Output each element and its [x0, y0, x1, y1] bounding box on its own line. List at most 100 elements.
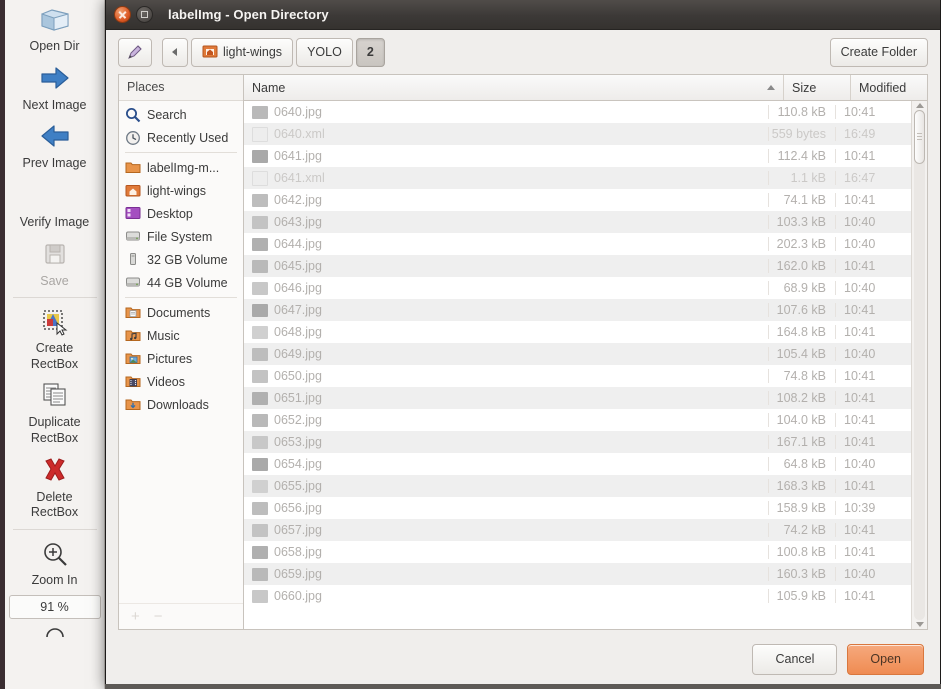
breadcrumb: light-wings YOLO 2 [162, 37, 385, 67]
cancel-label: Cancel [775, 652, 815, 666]
file-name-cell: 0647.jpg [244, 303, 768, 317]
place-item-pictures[interactable]: Pictures [119, 347, 243, 370]
place-item-32gb-volume[interactable]: 32 GB Volume [119, 248, 243, 271]
file-list-scrollbar[interactable] [911, 101, 927, 629]
image-thumbnail-icon [252, 149, 268, 163]
table-row[interactable]: 0647.jpg 107.6 kB 10:41 [244, 299, 911, 321]
file-size-cell: 107.6 kB [768, 303, 835, 317]
file-list-pane: Name Size Modified 0640.jpg 110.8 kB 10:41… [243, 74, 928, 630]
folder-icon [125, 160, 141, 176]
pencil-icon[interactable] [118, 37, 152, 67]
table-row[interactable]: 0640.jpg 110.8 kB 10:41 [244, 101, 911, 123]
toolbar-item-next-image[interactable]: Next Image [5, 59, 104, 118]
breadcrumb-item-2[interactable]: 2 [355, 37, 385, 67]
file-size-cell: 164.8 kB [768, 325, 835, 339]
create-folder-button[interactable]: Create Folder [829, 37, 928, 67]
image-thumbnail-icon [252, 413, 268, 427]
place-item-music[interactable]: Music [119, 324, 243, 347]
image-thumbnail-icon [252, 193, 268, 207]
scrollbar-thumb[interactable] [914, 110, 925, 164]
column-header-size[interactable]: Size [784, 75, 851, 100]
table-row[interactable]: 0659.jpg 160.3 kB 10:40 [244, 563, 911, 585]
table-row[interactable]: 0641.xml 1.1 kB 16:47 [244, 167, 911, 189]
file-name-cell: 0648.jpg [244, 325, 768, 339]
table-row[interactable]: 0641.jpg 112.4 kB 10:41 [244, 145, 911, 167]
place-item-downloads[interactable]: Downloads [119, 393, 243, 416]
window-bottom-edge [105, 684, 941, 689]
table-row[interactable]: 0660.jpg 105.9 kB 10:41 [244, 585, 911, 607]
toolbar-item-save[interactable]: Save [5, 235, 104, 294]
zoom-level-spinbox[interactable]: 91 % [8, 594, 101, 619]
file-name-label: 0644.jpg [274, 237, 322, 251]
toolbar-item-verify-image[interactable]: Verify Image [5, 176, 104, 235]
toolbar-item-create-rectbox[interactable]: Create RectBox [5, 302, 104, 376]
place-item-videos[interactable]: Videos [119, 370, 243, 393]
maximize-icon[interactable] [136, 6, 153, 23]
toolbar-item-zoom-in[interactable]: Zoom In [5, 534, 104, 593]
place-item-labelimg[interactable]: labelImg-m... [119, 156, 243, 179]
image-thumbnail-icon [252, 105, 268, 119]
column-header-label: Name [252, 80, 286, 95]
file-size-cell: 74.2 kB [768, 523, 835, 537]
table-row[interactable]: 0654.jpg 64.8 kB 10:40 [244, 453, 911, 475]
table-row[interactable]: 0653.jpg 167.1 kB 10:41 [244, 431, 911, 453]
place-item-recently-used[interactable]: Recently Used [119, 126, 243, 149]
table-row[interactable]: 0652.jpg 104.0 kB 10:41 [244, 409, 911, 431]
table-row[interactable]: 0643.jpg 103.3 kB 10:40 [244, 211, 911, 233]
file-modified-cell: 10:41 [835, 369, 911, 383]
file-size-cell: 1.1 kB [768, 171, 835, 185]
scrollbar-track[interactable] [914, 110, 925, 620]
toolbar-item-delete-rectbox[interactable]: Delete RectBox [5, 451, 104, 525]
table-row[interactable]: 0645.jpg 162.0 kB 10:41 [244, 255, 911, 277]
place-label: Downloads [147, 397, 209, 412]
column-header-name[interactable]: Name [244, 75, 784, 100]
cancel-button[interactable]: Cancel [752, 643, 838, 675]
table-row[interactable]: 0642.jpg 74.1 kB 10:41 [244, 189, 911, 211]
chevron-left-icon[interactable] [162, 37, 188, 67]
place-item-file-system[interactable]: File System [119, 225, 243, 248]
toolbar-divider-2 [12, 528, 97, 530]
place-item-light-wings[interactable]: light-wings [119, 179, 243, 202]
file-modified-cell: 16:49 [835, 127, 911, 141]
zoom-out-icon[interactable] [42, 623, 68, 640]
place-item-desktop[interactable]: Desktop [119, 202, 243, 225]
toolbar-item-duplicate-rectbox[interactable]: Duplicate RectBox [5, 376, 104, 450]
add-place-button[interactable]: + [131, 609, 140, 624]
table-row[interactable]: 0651.jpg 108.2 kB 10:41 [244, 387, 911, 409]
breadcrumb-item-yolo[interactable]: YOLO [296, 37, 353, 67]
table-row[interactable]: 0648.jpg 164.8 kB 10:41 [244, 321, 911, 343]
table-row[interactable]: 0640.xml 559 bytes 16:49 [244, 123, 911, 145]
scroll-up-icon[interactable] [915, 103, 924, 108]
table-row[interactable]: 0655.jpg 168.3 kB 10:41 [244, 475, 911, 497]
scroll-down-icon[interactable] [915, 622, 924, 627]
table-row[interactable]: 0644.jpg 202.3 kB 10:40 [244, 233, 911, 255]
remove-place-button[interactable]: − [154, 609, 163, 624]
toolbar-label: Save [40, 273, 69, 288]
zoom-in-icon [7, 540, 102, 570]
place-item-44gb-volume[interactable]: 44 GB Volume [119, 271, 243, 294]
file-name-cell: 0649.jpg [244, 347, 768, 361]
table-row[interactable]: 0649.jpg 105.4 kB 10:40 [244, 343, 911, 365]
toolbar-item-prev-image[interactable]: Prev Image [5, 117, 104, 176]
close-icon[interactable] [114, 6, 131, 23]
table-row[interactable]: 0646.jpg 68.9 kB 10:40 [244, 277, 911, 299]
column-header-modified[interactable]: Modified [851, 75, 927, 100]
toolbar-item-open-dir[interactable]: Open Dir [5, 0, 104, 59]
place-item-documents[interactable]: Documents [119, 301, 243, 324]
breadcrumb-item-light-wings[interactable]: light-wings [191, 37, 294, 67]
table-row[interactable]: 0658.jpg 100.8 kB 10:41 [244, 541, 911, 563]
place-item-search[interactable]: Search [119, 103, 243, 126]
file-name-label: 0642.jpg [274, 193, 322, 207]
file-modified-cell: 16:47 [835, 171, 911, 185]
table-row[interactable]: 0657.jpg 74.2 kB 10:41 [244, 519, 911, 541]
table-row[interactable]: 0656.jpg 158.9 kB 10:39 [244, 497, 911, 519]
toolbar-label: Prev Image [22, 156, 87, 171]
file-name-label: 0657.jpg [274, 523, 322, 537]
image-thumbnail-icon [252, 435, 268, 449]
table-row[interactable]: 0650.jpg 74.8 kB 10:41 [244, 365, 911, 387]
places-header: Places [119, 75, 243, 101]
file-name-label: 0654.jpg [274, 457, 322, 471]
file-size-cell: 112.4 kB [768, 149, 835, 163]
file-modified-cell: 10:41 [835, 105, 911, 119]
open-button[interactable]: Open [847, 643, 924, 675]
